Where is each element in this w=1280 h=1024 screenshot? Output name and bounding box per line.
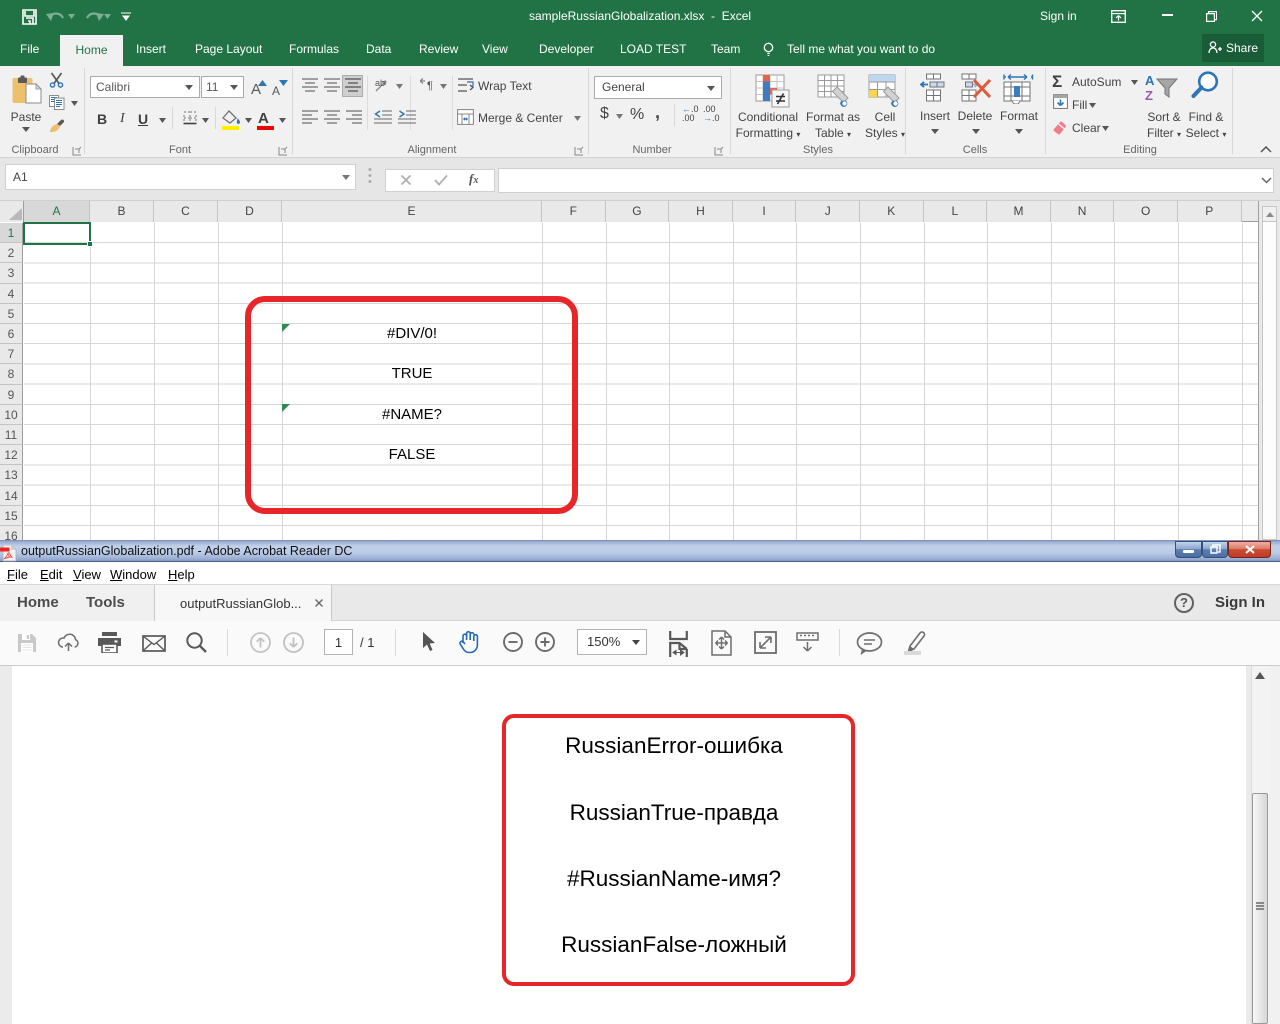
svg-text:A: A (1145, 73, 1155, 88)
svg-text:¶: ¶ (427, 80, 433, 91)
svg-text:Z: Z (1145, 88, 1153, 102)
svg-text:ab: ab (375, 78, 385, 88)
